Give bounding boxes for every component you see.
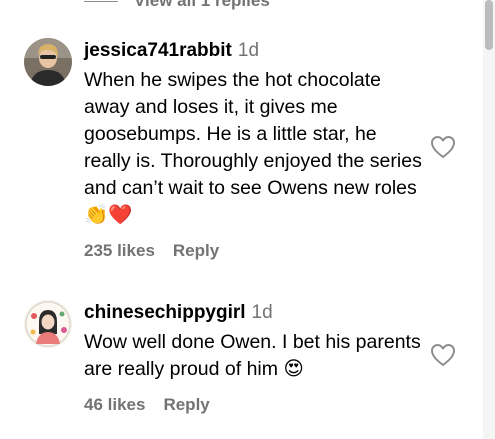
avatar[interactable] (24, 300, 72, 348)
comment-text: Wow well done Owen. I bet his parents ar… (84, 329, 424, 383)
comment-body: Wow well done Owen. I bet his parents ar… (84, 331, 421, 380)
heart-outline-icon[interactable] (430, 343, 456, 367)
scrollbar-thumb[interactable] (485, 0, 493, 50)
comment-meta: 235 likes Reply (84, 241, 424, 261)
comment-time[interactable]: 1d (252, 302, 273, 323)
view-replies-row[interactable]: View all 1 replies (84, 0, 270, 11)
replies-divider (84, 0, 118, 2)
heart-outline-icon[interactable] (430, 135, 456, 159)
view-replies-link[interactable]: View all 1 replies (134, 0, 270, 11)
reply-button[interactable]: Reply (173, 241, 219, 261)
comment-emojis: 😍 (283, 358, 304, 380)
comment-body: When he swipes the hot chocolate away an… (84, 69, 422, 199)
comment-meta: 46 likes Reply (84, 395, 424, 415)
comment-header: jessica741rabbit 1d (84, 38, 424, 64)
illustrated-avatar-icon (24, 300, 72, 348)
avatar[interactable] (24, 38, 72, 86)
comment-username[interactable]: chinesechippygirl (84, 302, 246, 323)
comment-username[interactable]: jessica741rabbit (84, 40, 232, 61)
reply-button[interactable]: Reply (163, 395, 209, 415)
likes-count[interactable]: 235 likes (84, 241, 155, 261)
user-photo-avatar-icon (24, 38, 72, 86)
comment-time[interactable]: 1d (238, 40, 259, 61)
likes-count[interactable]: 46 likes (84, 395, 145, 415)
scrollbar-track[interactable] (483, 0, 495, 439)
comment-emojis: 👏❤️ (84, 204, 133, 226)
comment-text: When he swipes the hot chocolate away an… (84, 67, 424, 229)
comment-header: chinesechippygirl 1d (84, 300, 424, 326)
